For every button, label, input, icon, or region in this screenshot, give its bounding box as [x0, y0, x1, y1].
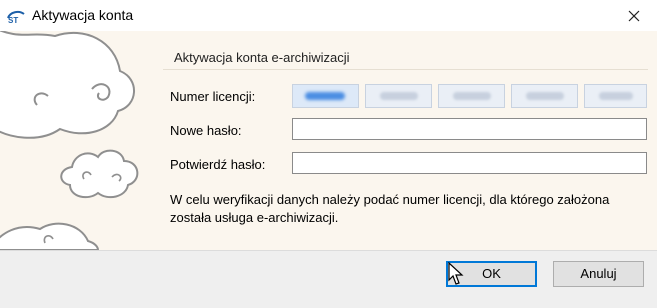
license-field-4[interactable] — [511, 84, 578, 108]
license-label: Numer licencji: — [170, 89, 256, 104]
license-field-5[interactable] — [584, 84, 647, 108]
section-title: Aktywacja konta e-archiwizacji — [174, 50, 350, 65]
confirm-password-field[interactable] — [292, 152, 647, 174]
info-text: W celu weryfikacji danych należy podać n… — [170, 192, 610, 225]
confirm-password-label: Potwierdź hasło: — [170, 157, 266, 172]
title-bar[interactable]: ST Aktywacja konta — [0, 0, 657, 31]
close-icon — [628, 10, 640, 21]
activation-dialog: ST Aktywacja konta Aktywacja konta e-arc… — [0, 0, 657, 308]
dialog-footer: OK Anuluj — [0, 250, 657, 308]
new-password-label: Nowe hasło: — [170, 123, 242, 138]
new-password-field[interactable] — [292, 118, 647, 140]
license-field-3[interactable] — [438, 84, 505, 108]
cancel-button[interactable]: Anuluj — [553, 261, 644, 287]
mouse-cursor-icon — [448, 262, 464, 285]
cloud-decoration — [0, 31, 139, 250]
app-logo-icon: ST — [7, 10, 25, 24]
svg-text:ST: ST — [8, 16, 18, 24]
license-field-2[interactable] — [365, 84, 432, 108]
license-field-1[interactable] — [292, 84, 359, 108]
window-title: Aktywacja konta — [32, 7, 134, 23]
close-button[interactable] — [611, 0, 657, 31]
dialog-content: Aktywacja konta e-archiwizacji Numer lic… — [0, 31, 657, 250]
section-divider — [163, 69, 648, 70]
